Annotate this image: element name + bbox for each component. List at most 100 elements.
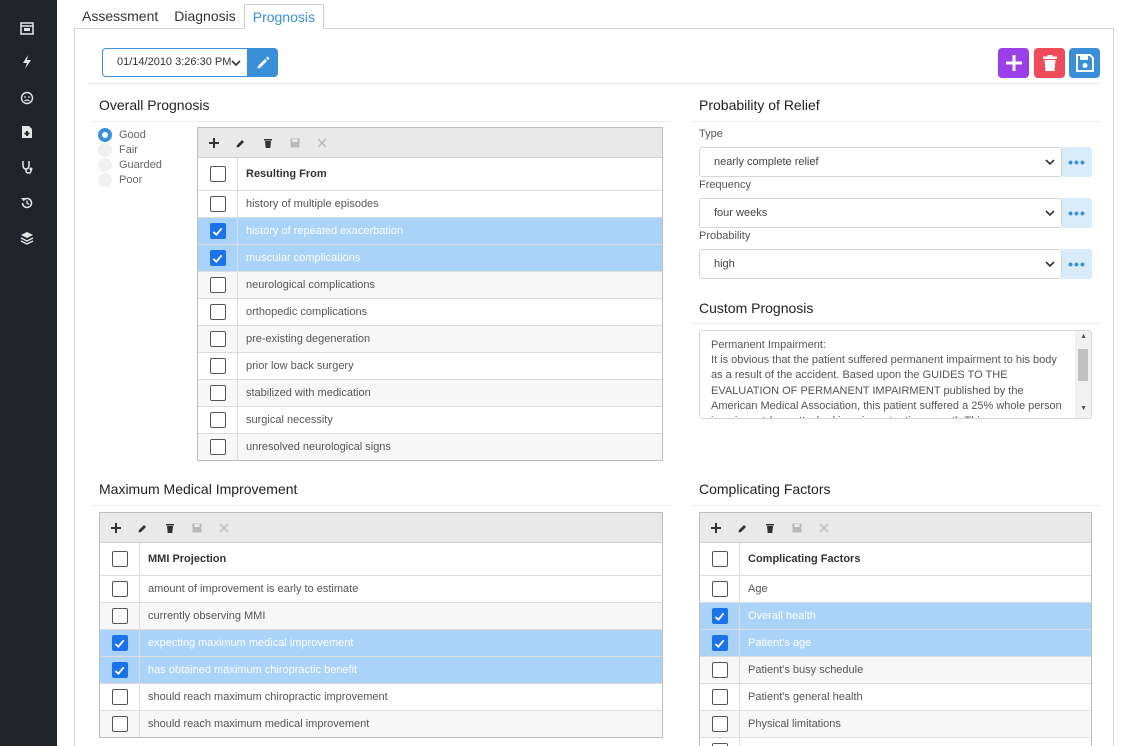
table-row[interactable]: should reach maximum chiropractic improv… [100, 684, 662, 711]
select-all-checkbox[interactable] [111, 551, 128, 567]
table-row[interactable]: Age [700, 576, 1091, 603]
row-label: Overall health [748, 610, 816, 622]
select-all-checkbox[interactable] [209, 166, 226, 182]
row-checkbox[interactable] [111, 689, 128, 705]
row-checkbox[interactable] [209, 385, 226, 401]
row-checkbox[interactable] [711, 689, 728, 705]
table-row[interactable]: amount of improvement is early to estima… [100, 576, 662, 603]
scroll-down-icon[interactable]: ▼ [1080, 405, 1087, 412]
row-checkbox[interactable] [111, 662, 128, 678]
table-row[interactable]: orthopedic complications [198, 299, 662, 326]
probability-select[interactable]: high [699, 249, 1062, 279]
face-icon[interactable] [17, 88, 37, 108]
scroll-up-icon[interactable]: ▲ [1080, 333, 1087, 340]
document-icon[interactable] [17, 122, 37, 142]
table-row[interactable]: surgical necessity [198, 407, 662, 434]
row-checkbox[interactable] [209, 277, 226, 293]
table-row[interactable]: stabilized with medication [198, 380, 662, 407]
custom-prognosis-textarea[interactable]: Permanent Impairment: It is obvious that… [699, 330, 1092, 419]
table-row[interactable]: Physical limitations [700, 711, 1091, 738]
layers-icon[interactable] [17, 228, 37, 248]
edit-date-button[interactable] [247, 48, 278, 77]
row-checkbox[interactable] [111, 608, 128, 624]
table-row[interactable]: unresolved neurological signs [198, 434, 662, 460]
history-icon[interactable] [17, 193, 37, 213]
table-row[interactable]: Patient's general health [700, 684, 1091, 711]
table-row[interactable]: pre-existing degeneration [198, 326, 662, 353]
row-checkbox[interactable] [711, 608, 728, 624]
scrollbar-thumb[interactable] [1078, 349, 1088, 381]
radio-fair[interactable]: Fair [98, 142, 138, 157]
row-checkbox[interactable] [111, 716, 128, 732]
trash-icon[interactable] [764, 522, 775, 533]
radio-guarded[interactable]: Guarded [98, 157, 162, 172]
radio-poor[interactable]: Poor [98, 172, 142, 187]
close-icon[interactable] [316, 137, 327, 148]
table-row[interactable]: has obtained maximum chiropractic benefi… [100, 657, 662, 684]
frequency-select[interactable]: four weeks [699, 198, 1062, 228]
close-icon[interactable] [818, 522, 829, 533]
plus-icon[interactable] [208, 137, 219, 148]
plus-icon[interactable] [710, 522, 721, 533]
row-checkbox[interactable] [209, 358, 226, 374]
trash-icon[interactable] [262, 137, 273, 148]
add-button[interactable] [998, 48, 1029, 78]
calendar-icon[interactable] [17, 18, 37, 38]
row-label: Patient's age [748, 637, 812, 649]
row-checkbox[interactable] [711, 635, 728, 651]
tab-prognosis[interactable]: Prognosis [243, 4, 324, 29]
row-checkbox[interactable] [711, 581, 728, 597]
row-checkbox[interactable] [209, 304, 226, 320]
row-checkbox[interactable] [209, 412, 226, 428]
table-row[interactable]: currently observing MMI [100, 603, 662, 630]
table-row[interactable]: Patient's busy schedule [700, 657, 1091, 684]
row-checkbox[interactable] [711, 662, 728, 678]
column-header[interactable]: Complicating Factors [740, 543, 1091, 575]
tab-diagnosis[interactable]: Diagnosis [166, 4, 243, 29]
row-checkbox[interactable] [111, 581, 128, 597]
radio-good[interactable]: Good [98, 127, 146, 142]
row-checkbox[interactable] [209, 196, 226, 212]
type-more-button[interactable]: ••• [1062, 147, 1092, 177]
row-checkbox[interactable] [209, 331, 226, 347]
table-row[interactable]: history of multiple episodes [198, 191, 662, 218]
table-row[interactable]: expecting maximum medical improvement [100, 630, 662, 657]
table-row[interactable]: should reach maximum medical improvement [100, 711, 662, 737]
table-row[interactable]: history of repeated exacerbation [198, 218, 662, 245]
tab-assessment[interactable]: Assessment [74, 4, 166, 29]
pencil-icon[interactable] [137, 522, 148, 533]
column-header[interactable]: MMI Projection [140, 543, 662, 575]
row-check-cell [100, 684, 140, 710]
table-row[interactable]: prior low back surgery [198, 353, 662, 380]
table-row[interactable]: neurological complications [198, 272, 662, 299]
pencil-icon[interactable] [235, 137, 246, 148]
date-select[interactable]: 01/14/2010 3:26:30 PM [102, 48, 248, 77]
row-checkbox[interactable] [111, 635, 128, 651]
row-checkbox[interactable] [209, 223, 226, 239]
delete-button[interactable] [1034, 48, 1065, 78]
table-row[interactable]: muscular complications [198, 245, 662, 272]
table-row[interactable]: Overall health [700, 603, 1091, 630]
plus-icon[interactable] [110, 522, 121, 533]
frequency-more-button[interactable]: ••• [1062, 198, 1092, 228]
type-select-value: nearly complete relief [714, 156, 819, 168]
row-checkbox[interactable] [209, 439, 226, 455]
stethoscope-icon[interactable] [17, 157, 37, 177]
floppy-disk-icon[interactable] [191, 522, 202, 533]
row-checkbox[interactable] [711, 716, 728, 732]
close-icon[interactable] [218, 522, 229, 533]
probability-more-button[interactable]: ••• [1062, 249, 1092, 279]
pencil-icon[interactable] [737, 522, 748, 533]
scrollbar[interactable]: ▲ ▼ [1075, 331, 1091, 418]
table-row[interactable]: Patient's age [700, 630, 1091, 657]
type-select[interactable]: nearly complete relief [699, 147, 1062, 177]
table-row[interactable] [700, 738, 1091, 746]
lightning-icon[interactable] [17, 52, 37, 72]
trash-icon[interactable] [164, 522, 175, 533]
save-button[interactable] [1069, 48, 1100, 78]
floppy-disk-icon[interactable] [289, 137, 300, 148]
select-all-checkbox[interactable] [711, 551, 728, 567]
column-header[interactable]: Resulting From [238, 158, 662, 190]
floppy-disk-icon[interactable] [791, 522, 802, 533]
row-checkbox[interactable] [209, 250, 226, 266]
